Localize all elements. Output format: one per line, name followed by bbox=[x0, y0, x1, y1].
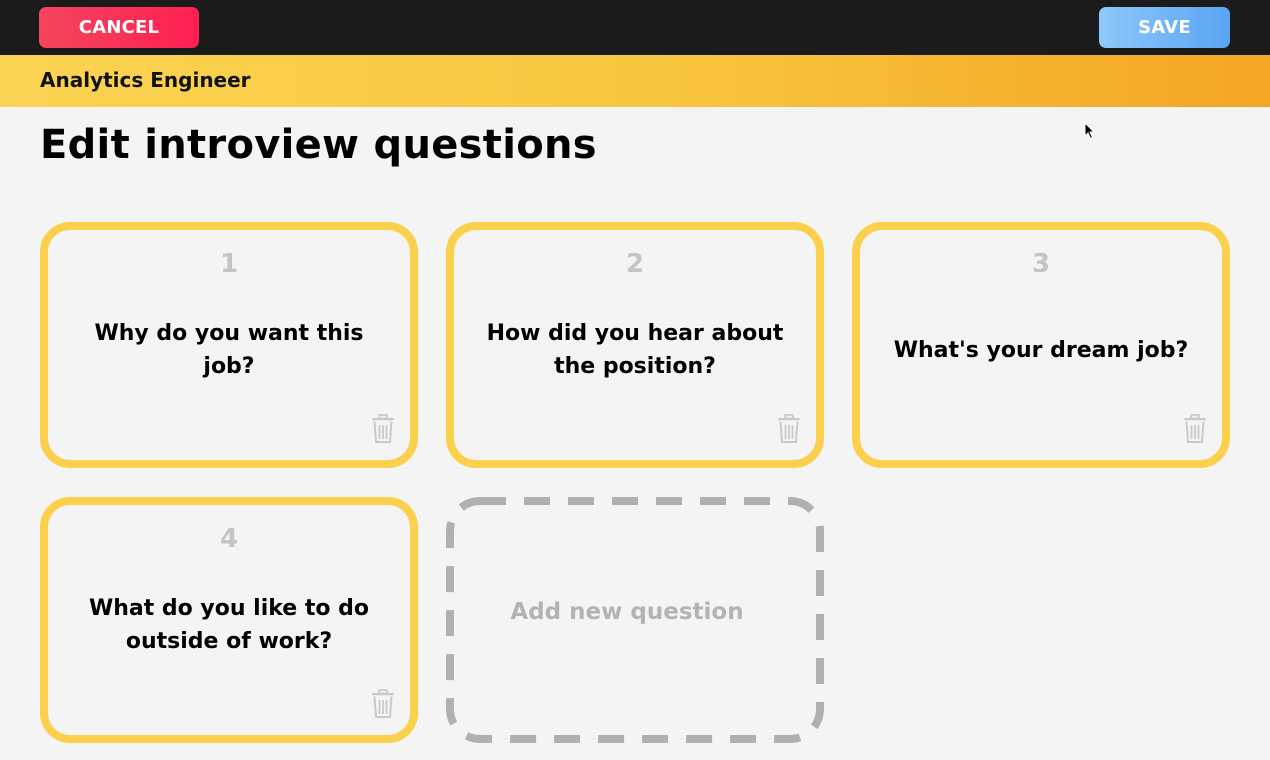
job-title: Analytics Engineer bbox=[40, 68, 251, 92]
question-number: 1 bbox=[219, 249, 239, 279]
add-question-card[interactable]: Add new question bbox=[446, 497, 824, 743]
job-banner: Analytics Engineer bbox=[0, 55, 1270, 107]
trash-icon[interactable] bbox=[1182, 414, 1208, 444]
question-text: What do you like to do outside of work? bbox=[88, 596, 370, 654]
mouse-cursor-icon bbox=[1084, 122, 1096, 140]
question-number: 2 bbox=[625, 249, 645, 279]
page-title: Edit introview questions bbox=[40, 122, 597, 168]
question-card-1[interactable]: 1 Why do you want this job? bbox=[40, 222, 418, 468]
save-button[interactable]: SAVE bbox=[1099, 7, 1230, 48]
question-text: How did you hear about the position? bbox=[486, 321, 784, 379]
question-card-4[interactable]: 4 What do you like to do outside of work… bbox=[40, 497, 418, 743]
question-text: Why do you want this job? bbox=[94, 321, 364, 379]
top-toolbar: CANCEL SAVE bbox=[0, 0, 1270, 55]
trash-icon[interactable] bbox=[370, 689, 396, 719]
add-question-label: Add new question bbox=[510, 599, 744, 625]
question-card-3[interactable]: 3 What's your dream job? bbox=[852, 222, 1230, 468]
question-number: 4 bbox=[219, 524, 239, 554]
trash-icon[interactable] bbox=[370, 414, 396, 444]
trash-icon[interactable] bbox=[776, 414, 802, 444]
cancel-button[interactable]: CANCEL bbox=[39, 7, 199, 48]
question-text: What's your dream job? bbox=[893, 337, 1189, 363]
question-card-2[interactable]: 2 How did you hear about the position? bbox=[446, 222, 824, 468]
question-number: 3 bbox=[1031, 249, 1051, 279]
